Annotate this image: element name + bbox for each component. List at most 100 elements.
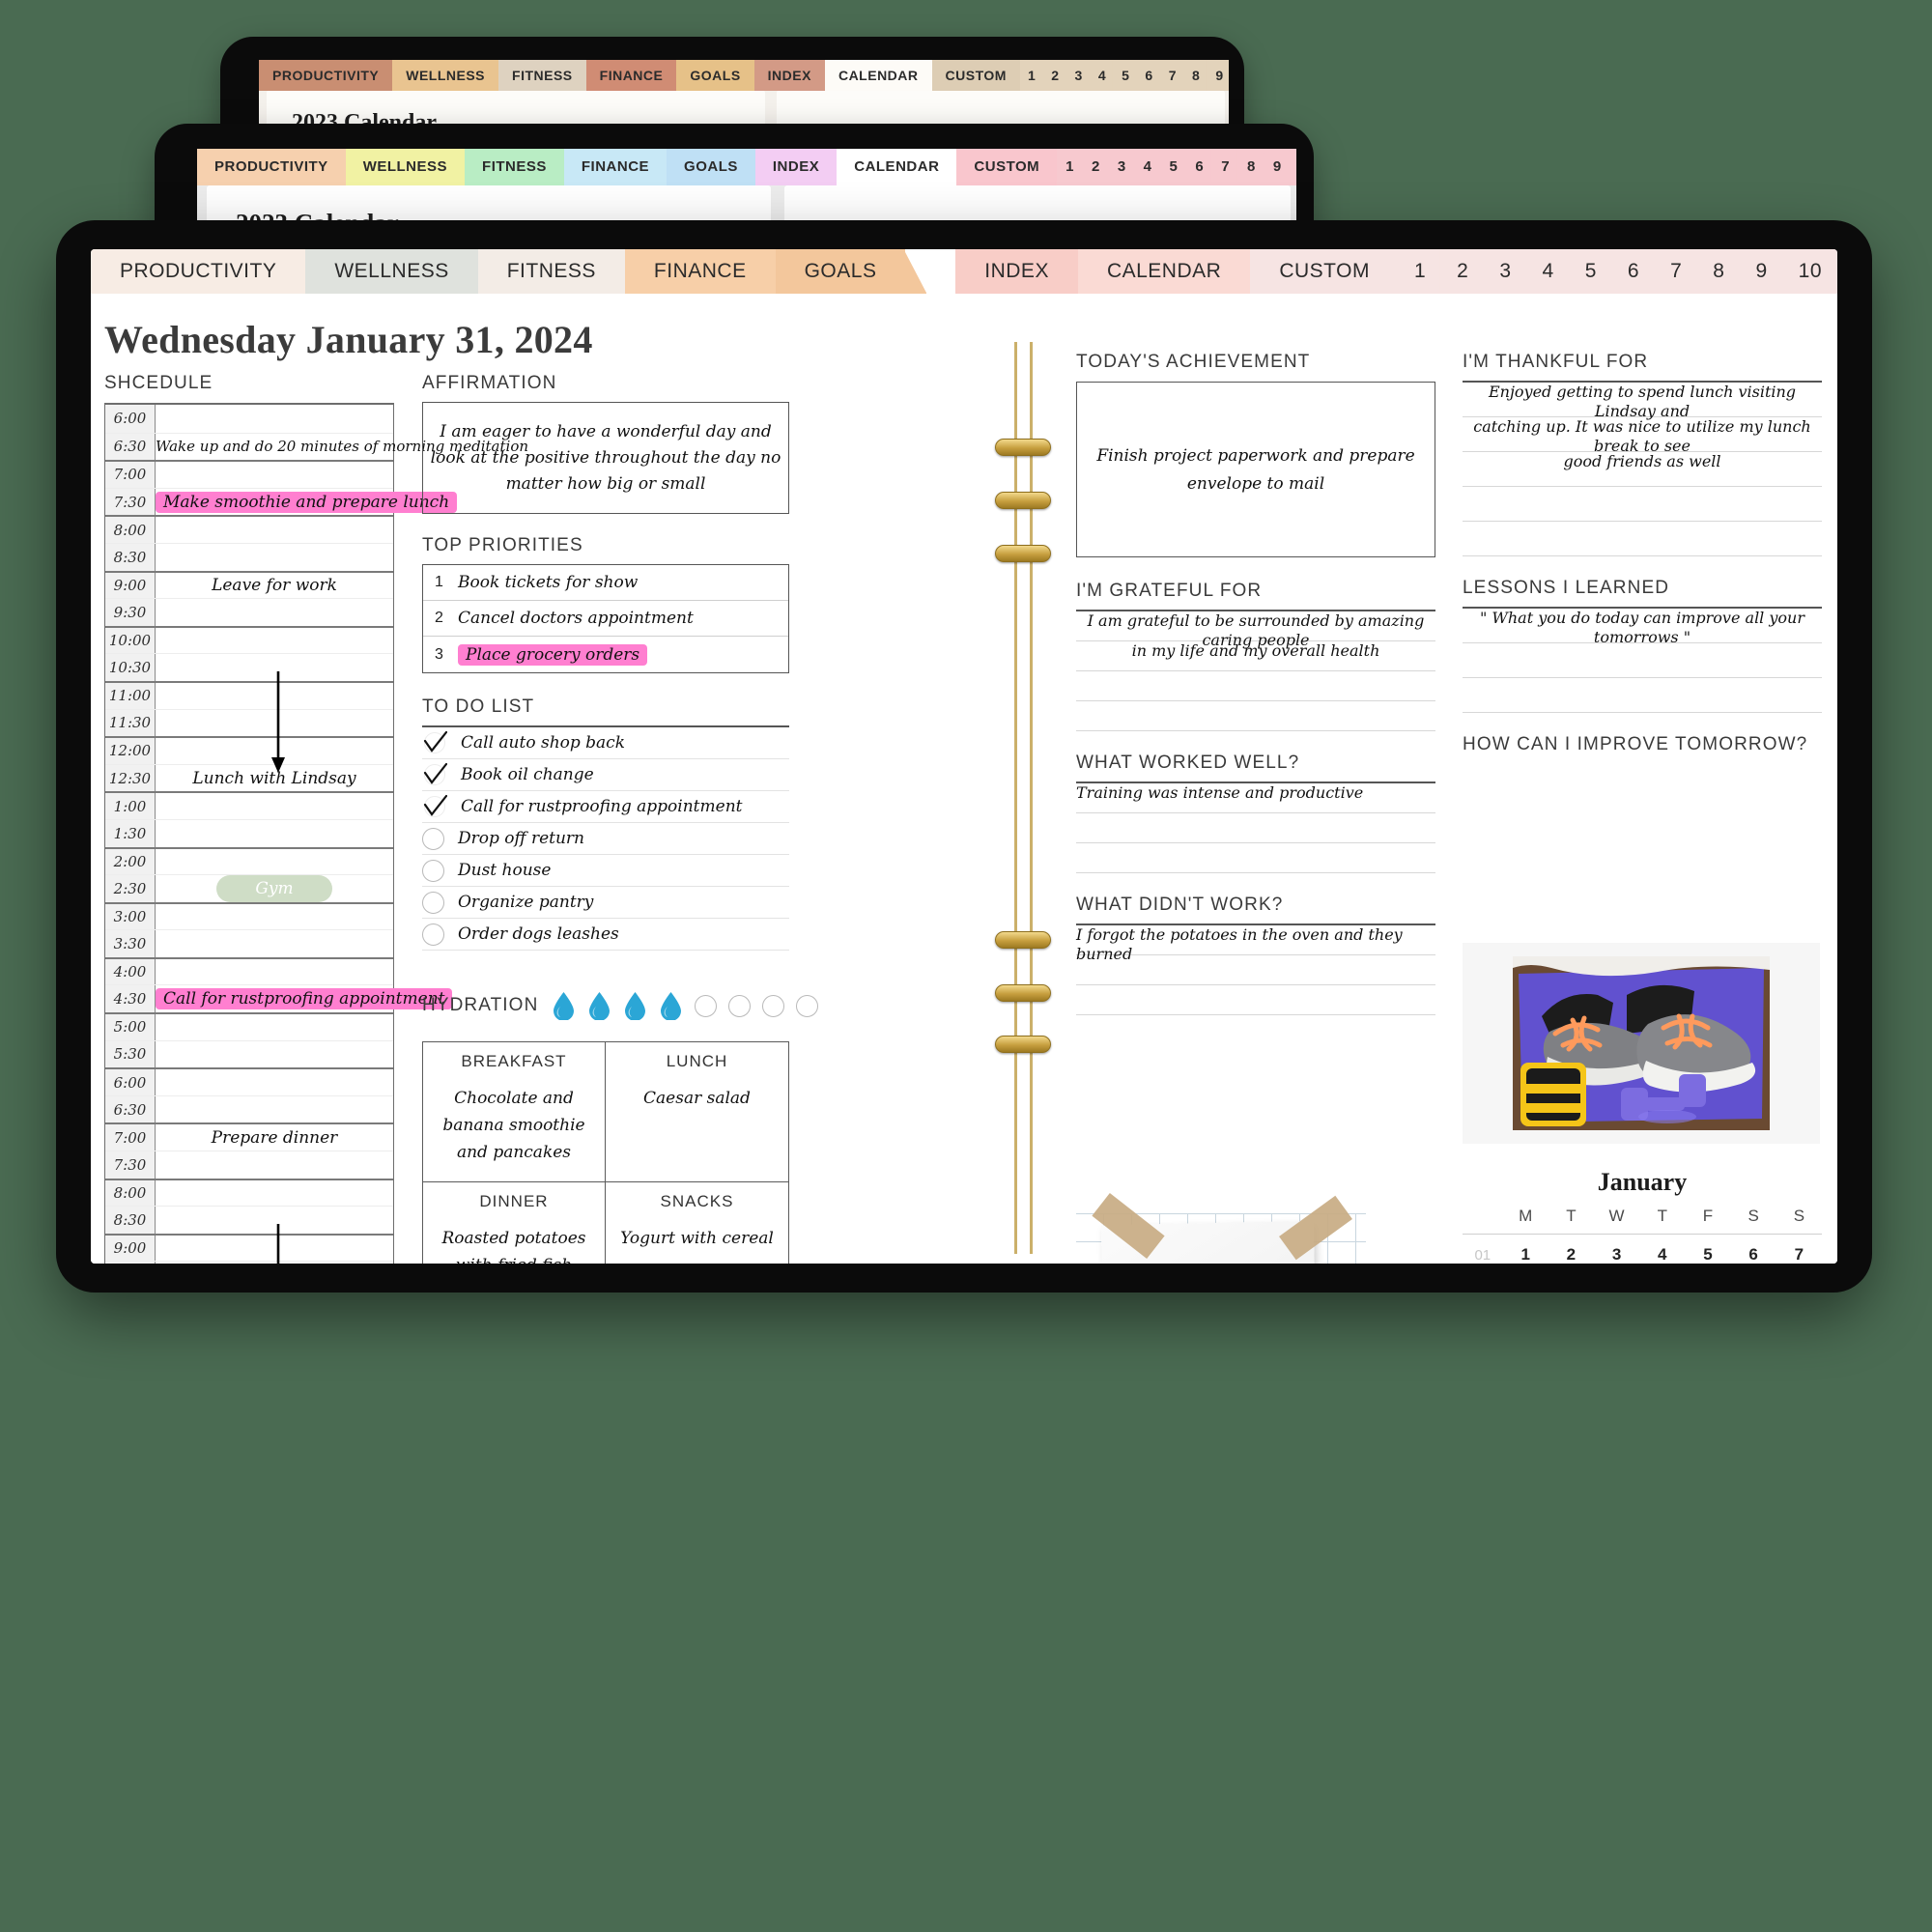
checkbox-icon[interactable] bbox=[422, 891, 444, 914]
priority-row[interactable]: 2 Cancel doctors appointment bbox=[423, 601, 788, 637]
tab-custom-back[interactable]: CUSTOM bbox=[931, 60, 1020, 91]
meal-snacks[interactable]: SNACKS Yogurt with cereal bbox=[606, 1182, 788, 1264]
schedule-entry[interactable] bbox=[156, 820, 393, 847]
schedule-table[interactable]: 6:00 6:30 Wake up and do 20 minutes of mor… bbox=[104, 403, 528, 1264]
meal-dinner[interactable]: DINNER Roasted potatoes with fried fish bbox=[423, 1182, 606, 1264]
tab-num-5[interactable]: 5 bbox=[1569, 249, 1612, 294]
tab-custom[interactable]: CUSTOM bbox=[1250, 249, 1399, 294]
tab-calendar-back[interactable]: CALENDAR bbox=[824, 60, 932, 91]
tab-fitness-back[interactable]: FITNESS bbox=[498, 60, 586, 91]
meal-breakfast[interactable]: BREAKFAST Chocolate and banana smoothie … bbox=[423, 1042, 606, 1183]
tab-num-9-back[interactable]: 9 bbox=[1208, 60, 1229, 91]
checkbox-icon[interactable] bbox=[422, 923, 444, 946]
schedule-row[interactable]: 2:00 bbox=[105, 846, 393, 875]
schedule-row[interactable]: 1:30 bbox=[105, 818, 393, 847]
tab-finance-back[interactable]: FINANCE bbox=[585, 60, 677, 91]
tab-wellness-mid[interactable]: WELLNESS bbox=[345, 149, 466, 185]
tab-num-4-mid[interactable]: 4 bbox=[1134, 149, 1161, 185]
tab-num-5-back[interactable]: 5 bbox=[1114, 60, 1138, 91]
schedule-entry[interactable] bbox=[156, 1069, 393, 1095]
schedule-entry[interactable] bbox=[156, 599, 393, 626]
schedule-row[interactable]: 8:00 bbox=[105, 1178, 393, 1207]
schedule-row[interactable]: 9:00 bbox=[105, 1233, 393, 1262]
schedule-entry[interactable] bbox=[156, 904, 393, 930]
tab-index[interactable]: INDEX bbox=[955, 249, 1078, 294]
schedule-row[interactable]: 6:30 bbox=[105, 1094, 393, 1123]
schedule-entry[interactable] bbox=[156, 517, 393, 543]
tab-bar-mid[interactable]: PRODUCTIVITY WELLNESS FITNESS FINANCE GO… bbox=[197, 149, 1296, 185]
checkmark-icon[interactable] bbox=[422, 762, 447, 787]
calendar-day-cell[interactable]: 5 bbox=[1685, 1235, 1730, 1264]
calendar-grid[interactable]: MTWTFSS011234567028910111213140315161718… bbox=[1463, 1197, 1822, 1264]
water-drop-empty-icon[interactable] bbox=[762, 994, 785, 1017]
schedule-row[interactable]: 7:30 bbox=[105, 1151, 393, 1179]
thankful-lines[interactable]: Enjoyed getting to spend lunch visiting … bbox=[1463, 381, 1822, 556]
tab-calendar[interactable]: CALENDAR bbox=[1077, 249, 1251, 294]
schedule-entry[interactable]: Leave for work bbox=[156, 573, 393, 599]
schedule-row[interactable]: 6:00 bbox=[105, 1067, 393, 1095]
tab-goals-back[interactable]: GOALS bbox=[676, 60, 754, 91]
meals-table[interactable]: BREAKFAST Chocolate and banana smoothie … bbox=[422, 1041, 789, 1264]
schedule-row[interactable]: 7:30 Make smoothie and prepare lunch bbox=[105, 487, 458, 516]
calendar-day-cell[interactable]: 3 bbox=[1594, 1235, 1639, 1264]
schedule-row[interactable]: 12:00 bbox=[105, 736, 393, 764]
tab-num-4[interactable]: 4 bbox=[1526, 249, 1570, 294]
todo-item[interactable]: Call auto shop back bbox=[422, 727, 789, 759]
todo-item[interactable]: Call for rustproofing appointment bbox=[422, 791, 789, 823]
priority-row[interactable]: 3 Place grocery orders bbox=[423, 637, 788, 672]
schedule-entry[interactable] bbox=[156, 628, 393, 654]
water-drop-empty-icon[interactable] bbox=[695, 994, 718, 1017]
tab-goals[interactable]: GOALS bbox=[775, 249, 906, 294]
tab-num-9[interactable]: 9 bbox=[1740, 249, 1783, 294]
tab-num-3-back[interactable]: 3 bbox=[1066, 60, 1091, 91]
tab-num-1-mid[interactable]: 1 bbox=[1057, 149, 1083, 185]
tab-num-4-back[interactable]: 4 bbox=[1090, 60, 1115, 91]
water-drop-empty-icon[interactable] bbox=[728, 994, 752, 1017]
tab-num-8-back[interactable]: 8 bbox=[1184, 60, 1208, 91]
tab-num-1-back[interactable]: 1 bbox=[1019, 60, 1044, 91]
tab-num-7-mid[interactable]: 7 bbox=[1212, 149, 1239, 185]
schedule-row[interactable]: 7:00 bbox=[105, 460, 393, 488]
schedule-row[interactable]: 11:30 bbox=[105, 708, 393, 737]
tab-wellness-back[interactable]: WELLNESS bbox=[392, 60, 499, 91]
tab-num-9-mid[interactable]: 9 bbox=[1264, 149, 1291, 185]
tab-fitness[interactable]: FITNESS bbox=[477, 249, 625, 294]
worked-well-lines[interactable]: Training was intense and productive bbox=[1076, 781, 1435, 873]
hydration-icons[interactable] bbox=[552, 991, 819, 1021]
water-drop-empty-icon[interactable] bbox=[796, 994, 819, 1017]
schedule-entry[interactable] bbox=[156, 1180, 393, 1207]
schedule-row[interactable]: 12:30 Lunch with Lindsay bbox=[105, 763, 393, 792]
tab-num-8[interactable]: 8 bbox=[1697, 249, 1741, 294]
water-drop-filled-icon[interactable] bbox=[659, 991, 683, 1021]
schedule-entry[interactable]: Call for rustproofing appointment bbox=[156, 985, 453, 1012]
tab-num-6[interactable]: 6 bbox=[1611, 249, 1656, 294]
tab-bar[interactable]: PRODUCTIVITY WELLNESS FITNESS FINANCE GO… bbox=[91, 249, 1837, 294]
hydration-tracker[interactable]: HYDRATION bbox=[422, 991, 819, 1021]
todo-list[interactable]: Call auto shop back Book oil change Call f… bbox=[422, 725, 789, 951]
tab-num-8-mid[interactable]: 8 bbox=[1238, 149, 1264, 185]
schedule-row[interactable]: 9:30 bbox=[105, 598, 393, 626]
todo-item[interactable]: Organize pantry bbox=[422, 887, 789, 919]
schedule-row[interactable]: 8:30 bbox=[105, 542, 393, 571]
schedule-row[interactable]: 4:30 Call for rustproofing appointment bbox=[105, 984, 453, 1013]
water-drop-filled-icon[interactable] bbox=[552, 991, 576, 1021]
tab-index-back[interactable]: INDEX bbox=[753, 60, 825, 91]
schedule-row[interactable]: 9:00 Leave for work bbox=[105, 570, 393, 599]
schedule-row[interactable]: 10:30 bbox=[105, 653, 393, 681]
schedule-row[interactable]: 11:00 bbox=[105, 680, 393, 709]
tab-custom-mid[interactable]: CUSTOM bbox=[956, 149, 1058, 185]
schedule-row[interactable]: 6:00 bbox=[105, 405, 393, 433]
calendar-day-cell[interactable]: 4 bbox=[1639, 1235, 1685, 1264]
schedule-entry[interactable]: Gym bbox=[156, 874, 393, 902]
schedule-entry[interactable] bbox=[156, 1096, 393, 1123]
schedule-row[interactable]: 10:00 bbox=[105, 625, 393, 654]
checkmark-icon[interactable] bbox=[422, 794, 447, 819]
schedule-row[interactable]: 5:00 bbox=[105, 1012, 393, 1040]
affirmation-box[interactable]: I am eager to have a wonderful day and l… bbox=[422, 402, 789, 514]
schedule-entry[interactable] bbox=[156, 1041, 393, 1068]
schedule-entry[interactable]: Prepare dinner bbox=[156, 1124, 393, 1151]
tab-num-5-mid[interactable]: 5 bbox=[1160, 149, 1187, 185]
didnt-work-lines[interactable]: I forgot the potatoes in the oven and th… bbox=[1076, 923, 1435, 1015]
tab-num-10-mid[interactable]: 10 bbox=[1290, 149, 1296, 185]
checkbox-icon[interactable] bbox=[422, 827, 444, 850]
